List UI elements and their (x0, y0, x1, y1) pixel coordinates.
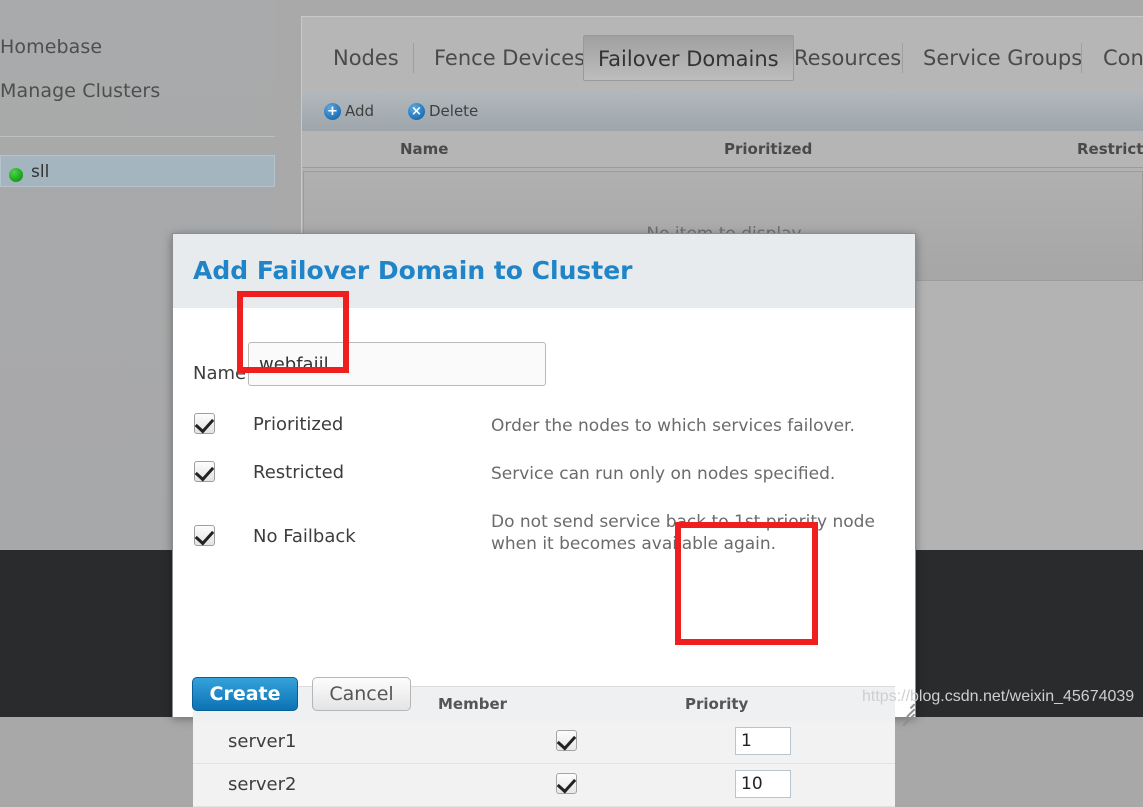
cancel-button[interactable]: Cancel (312, 677, 411, 711)
dialog-title: Add Failover Domain to Cluster (193, 256, 633, 285)
sidebar-cluster-label: sll (31, 162, 50, 182)
column-header-prioritized[interactable]: Prioritized (724, 140, 812, 158)
prioritized-checkbox[interactable] (194, 413, 215, 434)
tab-configure[interactable]: Conf (1089, 35, 1143, 81)
column-header-restricted[interactable]: Restricted (1077, 140, 1143, 158)
add-button[interactable]: + Add (324, 99, 374, 123)
member-checkbox[interactable] (556, 730, 577, 751)
column-header-priority: Priority (685, 695, 749, 713)
restricted-checkbox[interactable] (194, 461, 215, 482)
tab-separator (1081, 43, 1082, 73)
create-button[interactable]: Create (192, 677, 298, 711)
dialog-header: Add Failover Domain to Cluster (173, 234, 915, 308)
prioritized-label: Prioritized (253, 414, 344, 435)
no-failback-description: Do not send service back to 1st priority… (491, 512, 875, 554)
member-name: server1 (228, 731, 297, 752)
watermark: https://blog.csdn.net/weixin_45674039 (862, 688, 1135, 705)
no-failback-checkbox[interactable] (194, 525, 215, 546)
priority-input[interactable] (735, 770, 791, 798)
add-button-label: Add (345, 102, 375, 120)
name-input[interactable] (248, 342, 546, 386)
column-header-name[interactable]: Name (400, 140, 448, 158)
restricted-label: Restricted (253, 462, 345, 483)
tab-nodes[interactable]: Nodes (319, 35, 413, 81)
table-row[interactable]: server1 (193, 721, 895, 764)
tab-separator (902, 43, 903, 73)
grid-toolbar: + Add × Delete (302, 91, 1143, 132)
member-checkbox[interactable] (556, 773, 577, 794)
prioritized-description: Order the nodes to which services failov… (491, 416, 855, 436)
grid-column-header: Name Prioritized Restricted (302, 131, 1143, 168)
tab-resources[interactable]: Resources (780, 35, 915, 81)
priority-input[interactable] (735, 727, 791, 755)
sidebar-item-cluster-sll[interactable]: sll (0, 155, 275, 187)
member-name: server2 (228, 774, 297, 795)
delete-button[interactable]: × Delete (408, 99, 478, 123)
tab-separator (413, 43, 414, 73)
dialog-body: Name Prioritized Order the nodes to whic… (173, 308, 915, 807)
tab-fence-devices[interactable]: Fence Devices (420, 35, 599, 81)
plus-circle-icon: + (324, 102, 341, 120)
sidebar-item-manage-clusters[interactable]: Manage Clusters (0, 80, 160, 102)
table-row[interactable]: server2 (193, 764, 895, 807)
column-header-member: Member (438, 695, 508, 713)
sidebar-divider (0, 136, 275, 137)
green-dot-icon (9, 168, 23, 182)
tab-failover-domains[interactable]: Failover Domains (583, 35, 794, 81)
delete-button-label: Delete (429, 102, 479, 120)
restricted-description: Service can run only on nodes specified. (491, 464, 836, 484)
x-circle-icon: × (408, 102, 425, 120)
name-field-label: Name (193, 363, 247, 384)
no-failback-label: No Failback (253, 526, 356, 547)
add-failover-domain-dialog: Add Failover Domain to Cluster Name Prio… (172, 233, 916, 807)
tab-service-groups[interactable]: Service Groups (909, 35, 1096, 81)
sidebar-item-homebase[interactable]: Homebase (0, 36, 102, 58)
tab-bar: Nodes Fence Devices Failover Domains Res… (302, 17, 1143, 91)
